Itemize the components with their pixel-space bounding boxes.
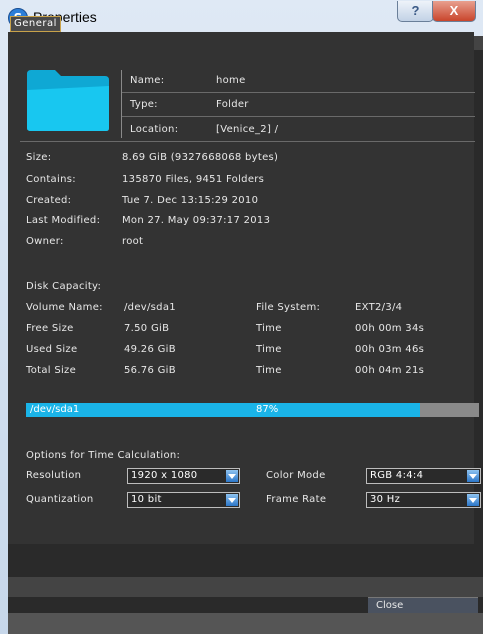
disk-usage-percent: 87% <box>256 404 279 415</box>
header-row-divider <box>122 92 475 93</box>
color-mode-value: RGB 4:4:4 <box>370 470 424 481</box>
chevron-down-icon[interactable] <box>226 470 238 482</box>
help-button[interactable]: ? <box>397 1 434 22</box>
type-label: Type: <box>130 99 158 110</box>
used-size-value: 49.26 GiB <box>124 344 176 355</box>
tab-general[interactable]: General <box>10 16 61 32</box>
disk-usage-bar: /dev/sda1 87% <box>26 403 479 417</box>
location-label: Location: <box>130 124 179 135</box>
used-size-label: Used Size <box>26 344 78 355</box>
header-row-divider <box>122 116 475 117</box>
chevron-down-icon[interactable] <box>467 470 479 482</box>
created-label: Created: <box>26 195 72 206</box>
window-close-button[interactable]: X <box>432 1 476 22</box>
created-value: Tue 7. Dec 13:15:29 2010 <box>122 195 259 206</box>
owner-value: root <box>122 236 144 247</box>
name-value: home <box>216 75 246 86</box>
used-time-value: 00h 03m 46s <box>355 344 425 355</box>
total-time-value: 00h 04m 21s <box>355 365 425 376</box>
quantization-select[interactable]: 10 bit <box>127 492 240 508</box>
free-size-label: Free Size <box>26 323 74 334</box>
color-mode-select[interactable]: RGB 4:4:4 <box>366 468 481 484</box>
disk-capacity-heading: Disk Capacity: <box>26 281 102 292</box>
free-time-label: Time <box>256 323 282 334</box>
total-size-value: 56.76 GiB <box>124 365 176 376</box>
contains-value: 135870 Files, 9451 Folders <box>122 174 265 185</box>
frame-rate-select[interactable]: 30 Hz <box>366 492 481 508</box>
resolution-select[interactable]: 1920 x 1080 <box>127 468 240 484</box>
color-mode-label: Color Mode <box>266 470 326 481</box>
used-time-label: Time <box>256 344 282 355</box>
quantization-value: 10 bit <box>131 494 162 505</box>
footer-strip <box>8 613 483 634</box>
section-divider <box>20 141 475 142</box>
resolution-value: 1920 x 1080 <box>131 470 198 481</box>
name-label: Name: <box>130 75 165 86</box>
modified-label: Last Modified: <box>26 215 101 226</box>
free-size-value: 7.50 GiB <box>124 323 170 334</box>
free-time-value: 00h 00m 34s <box>355 323 425 334</box>
quantization-label: Quantization <box>26 494 94 505</box>
size-value: 8.69 GiB (9327668068 bytes) <box>122 152 279 163</box>
properties-window: S Properties ? X General Name: home Type… <box>0 0 483 634</box>
volume-name-value: /dev/sda1 <box>124 302 176 313</box>
total-size-label: Total Size <box>26 365 77 376</box>
volume-name-label: Volume Name: <box>26 302 103 313</box>
resolution-label: Resolution <box>26 470 82 481</box>
file-system-label: File System: <box>256 302 321 313</box>
owner-label: Owner: <box>26 236 64 247</box>
title-bar[interactable]: S Properties ? X <box>0 0 483 36</box>
location-value: [Venice_2] / <box>216 124 279 135</box>
folder-icon <box>27 70 109 131</box>
chevron-down-icon[interactable] <box>226 494 238 506</box>
disk-usage-fill <box>26 403 421 417</box>
header-divider <box>121 70 122 138</box>
frame-rate-value: 30 Hz <box>370 494 401 505</box>
type-value: Folder <box>216 99 249 110</box>
options-heading: Options for Time Calculation: <box>26 450 181 461</box>
chevron-down-icon[interactable] <box>467 494 479 506</box>
modified-value: Mon 27. May 09:37:17 2013 <box>122 215 271 226</box>
file-system-value: EXT2/3/4 <box>355 302 403 313</box>
close-button[interactable]: Close <box>368 597 478 613</box>
frame-rate-label: Frame Rate <box>266 494 327 505</box>
size-label: Size: <box>26 152 52 163</box>
contains-label: Contains: <box>26 174 76 185</box>
total-time-label: Time <box>256 365 282 376</box>
footer-bar <box>8 577 483 597</box>
disk-usage-label: /dev/sda1 <box>30 404 80 415</box>
